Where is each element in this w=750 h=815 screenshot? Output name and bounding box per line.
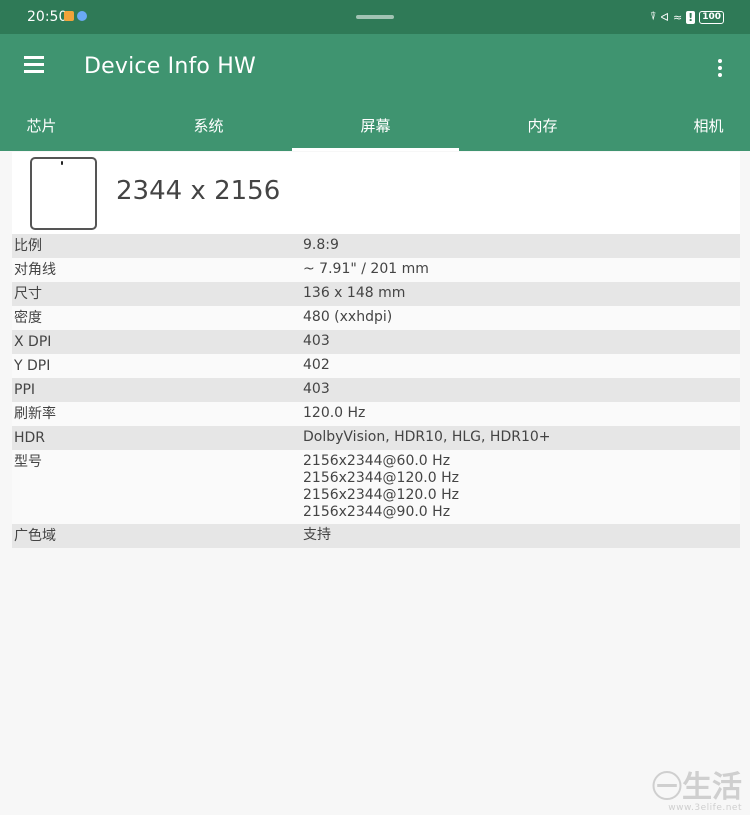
row-value-line: 402	[303, 357, 330, 373]
status-bar: 20:50 ⍒ ᐊ ≈ ! 100	[0, 0, 750, 34]
table-row: Y DPI 402	[12, 354, 740, 378]
tab-chip[interactable]: 芯片	[0, 101, 83, 151]
row-value-line: 120.0 Hz	[303, 405, 366, 421]
row-value: 403	[303, 378, 740, 402]
row-value-line: 480 (xxhdpi)	[303, 309, 393, 325]
row-value-line: 2156x2344@90.0 Hz	[303, 504, 451, 520]
screen-resolution: 2344 x 2156	[116, 176, 281, 206]
battery-icon: 100	[699, 10, 724, 24]
row-value: 480 (xxhdpi)	[303, 306, 740, 330]
row-label: 比例	[14, 238, 42, 254]
row-label: 型号	[14, 454, 42, 470]
row-value: 支持	[303, 524, 740, 548]
more-options-icon[interactable]	[712, 54, 728, 82]
tab-camera[interactable]: 相机	[667, 101, 750, 151]
row-label: 广色域	[14, 528, 56, 544]
table-row: X DPI 403	[12, 330, 740, 354]
status-time: 20:50	[27, 9, 68, 25]
screen-info-table: 比例 9.8:9 对角线 ~ 7.91" / 201 mm 尺寸 136 x 148 mm…	[12, 234, 740, 548]
row-value: 2156x2344@60.0 Hz 2156x2344@120.0 Hz 2156x…	[303, 450, 740, 524]
row-value: DolbyVision, HDR10, HLG, HDR10+	[303, 426, 740, 450]
camera-dot-icon	[61, 161, 63, 165]
row-label: X DPI	[14, 334, 52, 350]
row-label: Y DPI	[14, 358, 51, 374]
row-value-line: 2156x2344@120.0 Hz	[303, 487, 459, 503]
row-label: 密度	[14, 310, 42, 326]
drag-handle[interactable]	[356, 15, 394, 19]
row-value-line: 403	[303, 333, 330, 349]
row-label: 刷新率	[14, 406, 56, 422]
row-value: 402	[303, 354, 740, 378]
row-value: 9.8:9	[303, 234, 740, 258]
tab-memory[interactable]: 内存	[459, 101, 626, 151]
table-row: 比例 9.8:9	[12, 234, 740, 258]
screen-icon	[30, 157, 97, 230]
table-row: 广色域 支持	[12, 524, 740, 548]
wifi-icon: ≈	[672, 10, 683, 24]
row-value-line: 9.8:9	[303, 237, 339, 253]
table-row: HDR DolbyVision, HDR10, HLG, HDR10+	[12, 426, 740, 450]
row-value-line: DolbyVision, HDR10, HLG, HDR10+	[303, 429, 551, 445]
row-value-line: 403	[303, 381, 330, 397]
table-row: 对角线 ~ 7.91" / 201 mm	[12, 258, 740, 282]
row-value-line: ~ 7.91" / 201 mm	[303, 261, 429, 277]
row-value-line: 支持	[303, 527, 331, 543]
app-notification-icon	[64, 11, 74, 21]
row-value: 136 x 148 mm	[303, 282, 740, 306]
watermark-logo: ㊀生活	[652, 770, 742, 805]
nfc-icon: ⍒	[649, 10, 657, 23]
app-title: Device Info HW	[84, 54, 256, 79]
alert-icon: !	[686, 10, 696, 24]
tab-system[interactable]: 系统	[125, 101, 292, 151]
row-label: 对角线	[14, 262, 56, 278]
tab-bar: 芯片 系统 屏幕 内存 相机	[0, 101, 750, 151]
row-label: 尺寸	[14, 286, 42, 302]
row-value-line: 136 x 148 mm	[303, 285, 406, 301]
row-value: 120.0 Hz	[303, 402, 740, 426]
weather-notification-icon	[77, 11, 87, 21]
row-value: ~ 7.91" / 201 mm	[303, 258, 740, 282]
row-label: PPI	[14, 382, 36, 398]
watermark: ㊀生活 www.3elife.net	[652, 770, 742, 814]
table-row: 尺寸 136 x 148 mm	[12, 282, 740, 306]
menu-icon[interactable]	[24, 56, 52, 80]
table-row: 密度 480 (xxhdpi)	[12, 306, 740, 330]
status-icons: ⍒ ᐊ ≈ ! 100	[650, 10, 724, 24]
row-value-line: 2156x2344@120.0 Hz	[303, 470, 459, 486]
row-value: 403	[303, 330, 740, 354]
row-label: HDR	[14, 430, 46, 446]
table-row: 刷新率 120.0 Hz	[12, 402, 740, 426]
table-row: PPI 403	[12, 378, 740, 402]
notification-icons	[64, 11, 87, 21]
screen-summary: 2344 x 2156	[12, 152, 740, 234]
tab-screen[interactable]: 屏幕	[292, 101, 459, 151]
app-bar: Device Info HW	[0, 34, 750, 101]
row-value-line: 2156x2344@60.0 Hz	[303, 453, 451, 469]
bluetooth-icon: ᐊ	[660, 10, 669, 24]
table-row: 型号 2156x2344@60.0 Hz 2156x2344@120.0 Hz 215…	[12, 450, 740, 524]
